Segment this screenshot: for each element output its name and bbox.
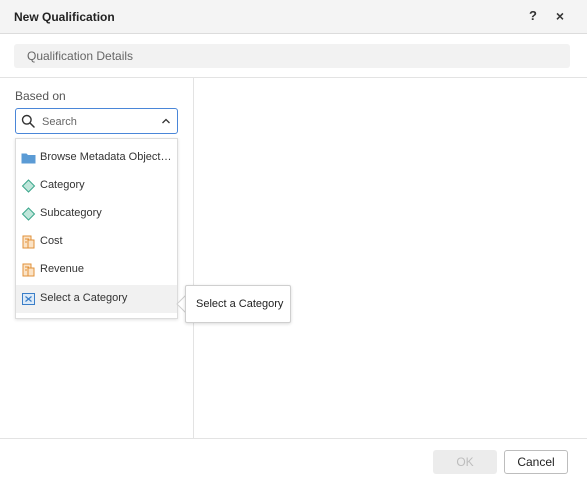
footer-divider xyxy=(0,438,587,439)
ok-button[interactable]: OK xyxy=(433,450,497,474)
cancel-button[interactable]: Cancel xyxy=(504,450,568,474)
panel-divider xyxy=(193,78,194,438)
close-button[interactable]: × xyxy=(551,7,569,25)
list-item-subcategory[interactable]: Subcategory xyxy=(16,200,177,228)
metric-icon xyxy=(22,263,35,277)
chevron-up-icon[interactable] xyxy=(160,115,172,127)
list-item-revenue[interactable]: Revenue xyxy=(16,256,177,284)
dialog-title: New Qualification xyxy=(14,10,115,24)
search-icon xyxy=(21,114,35,128)
based-on-label: Based on xyxy=(15,89,66,103)
list-item-label: Browse Metadata Objects... xyxy=(40,151,172,163)
prompt-icon xyxy=(22,293,35,305)
dialog-title-bar: New Qualification ? × xyxy=(0,0,587,34)
divider xyxy=(0,77,587,78)
tooltip-text: Select a Category xyxy=(196,298,284,310)
list-item-cost[interactable]: Cost xyxy=(16,228,177,256)
list-item-label: Cost xyxy=(40,235,63,247)
list-item-label: Category xyxy=(40,179,85,191)
list-item-browse-metadata[interactable]: Browse Metadata Objects... xyxy=(16,144,177,172)
attribute-icon xyxy=(21,179,36,193)
list-item-label: Subcategory xyxy=(40,207,102,219)
list-item-select-a-category[interactable]: Select a Category xyxy=(16,285,177,313)
list-item-label: Revenue xyxy=(40,263,85,275)
list-item-category[interactable]: Category xyxy=(16,172,177,200)
section-header: Qualification Details xyxy=(14,44,570,68)
help-button[interactable]: ? xyxy=(524,7,542,25)
attribute-icon xyxy=(21,207,36,221)
based-on-combobox[interactable] xyxy=(15,108,178,134)
section-title: Qualification Details xyxy=(27,49,134,63)
search-input[interactable] xyxy=(40,112,156,131)
metric-icon xyxy=(22,235,35,249)
tooltip: Select a Category xyxy=(185,285,291,323)
new-qualification-dialog: New Qualification ? × Qualification Deta… xyxy=(0,0,587,489)
folder-icon xyxy=(21,153,36,164)
based-on-dropdown-list: Browse Metadata Objects... Category Subc… xyxy=(15,138,178,319)
list-item-label: Select a Category xyxy=(40,292,128,304)
